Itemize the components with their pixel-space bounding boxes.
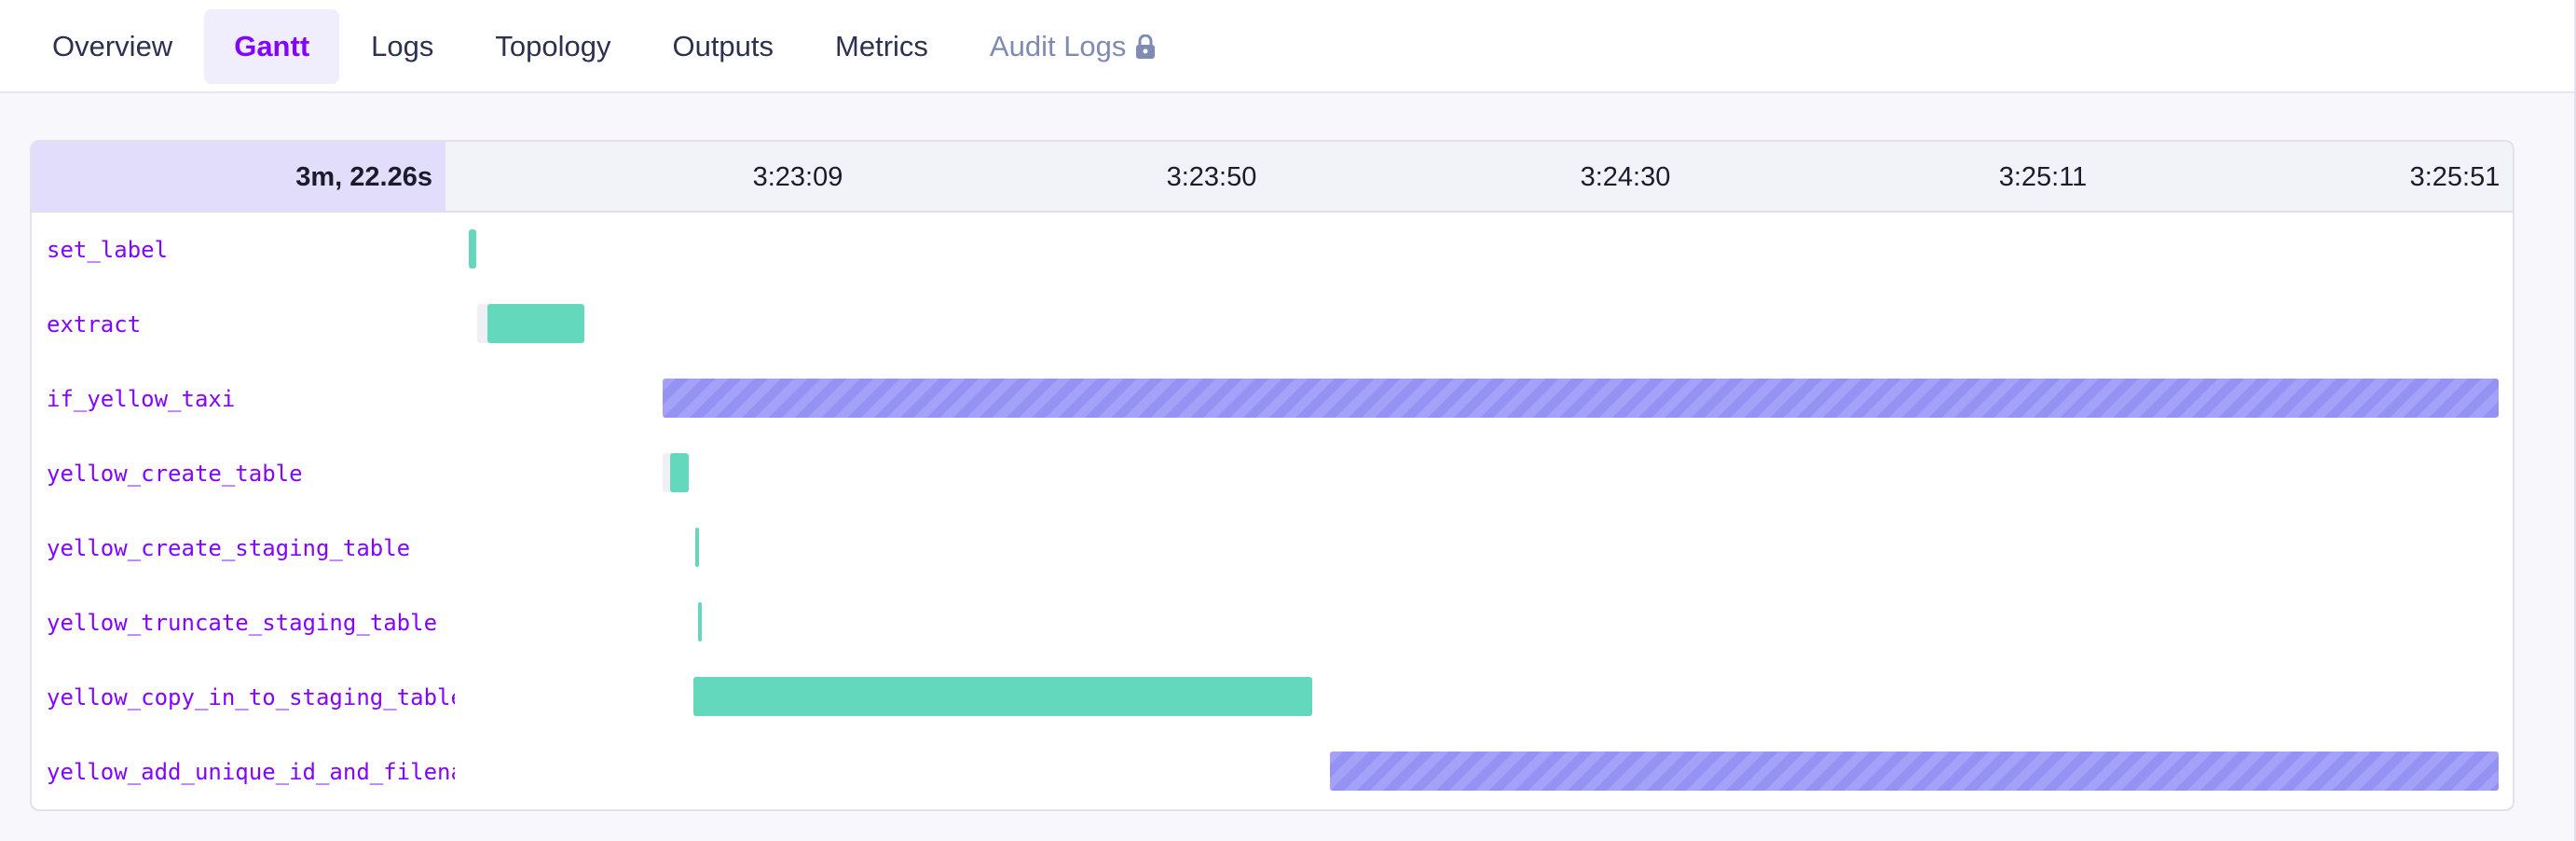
tab-audit-logs: Audit Logs (960, 9, 1186, 84)
gantt-header: 3m, 22.26s 3:23:09 3:23:50 3:24:30 3:25:… (32, 142, 2513, 213)
tick-label: 3:25:11 (1998, 161, 2088, 192)
task-bar[interactable] (695, 528, 699, 567)
tick-label: 3:24:30 (1580, 161, 1671, 192)
task-name[interactable]: yellow_truncate_staging_table (47, 586, 455, 660)
gantt-row: yellow_create_staging_table (32, 511, 2513, 586)
gantt-row: yellow_add_unique_id_and_filename (32, 735, 2513, 809)
time-tick: 3:23:09 (753, 142, 843, 213)
tab-topology[interactable]: Topology (465, 9, 640, 84)
task-name[interactable]: yellow_create_table (47, 436, 455, 511)
tab-outputs[interactable]: Outputs (642, 9, 803, 84)
time-tick: 3:25:11 (1999, 142, 2088, 213)
task-bar[interactable] (469, 229, 476, 269)
time-tick: 3:25:51 (2410, 142, 2501, 213)
task-name[interactable]: yellow_copy_in_to_staging_table (47, 660, 455, 735)
task-bar[interactable] (698, 602, 702, 641)
task-bar[interactable] (670, 453, 689, 492)
tab-label: Topology (495, 30, 611, 62)
gantt-panel: 3m, 22.26s 3:23:09 3:23:50 3:24:30 3:25:… (30, 140, 2514, 811)
gantt-row: yellow_create_table (32, 436, 2513, 511)
task-bar[interactable] (693, 677, 1312, 716)
total-duration: 3m, 22.26s (32, 142, 445, 213)
task-name[interactable]: extract (47, 287, 455, 362)
tab-metrics[interactable]: Metrics (805, 9, 958, 84)
tab-gantt[interactable]: Gantt (204, 9, 340, 84)
task-bar[interactable] (663, 379, 2499, 418)
tick-label: 3:23:09 (752, 161, 843, 192)
gantt-row: extract (32, 287, 2513, 362)
tick-label: 3:25:51 (2409, 161, 2501, 192)
tab-label: Gantt (234, 30, 310, 62)
tab-label: Metrics (835, 30, 928, 62)
tab-label: Overview (52, 30, 173, 62)
task-name[interactable]: if_yellow_taxi (47, 362, 455, 436)
task-name[interactable]: yellow_create_staging_table (47, 511, 455, 586)
tab-bar: Overview Gantt Logs Topology Outputs Met… (22, 0, 1187, 93)
gantt-row: set_label (32, 213, 2513, 287)
tick-label: 3:23:50 (1166, 161, 1257, 192)
task-bar[interactable] (487, 304, 584, 343)
time-tick: 3:23:50 (1167, 142, 1257, 213)
tab-label: Logs (371, 30, 434, 62)
tab-label: Audit Logs (989, 30, 1127, 62)
tab-label: Outputs (672, 30, 774, 62)
tab-overview[interactable]: Overview (22, 9, 202, 84)
gantt-row: yellow_truncate_staging_table (32, 586, 2513, 660)
task-bar[interactable] (1330, 751, 2499, 791)
total-duration-text: 3m, 22.26s (295, 161, 432, 192)
task-name[interactable]: set_label (47, 213, 455, 287)
lock-icon (1135, 34, 1156, 59)
time-tick: 3:24:30 (1581, 142, 1671, 213)
tab-logs[interactable]: Logs (341, 9, 463, 84)
gantt-row: if_yellow_taxi (32, 362, 2513, 436)
top-navigation: Overview Gantt Logs Topology Outputs Met… (0, 0, 2576, 93)
task-name[interactable]: yellow_add_unique_id_and_filename (47, 735, 455, 809)
gantt-row: yellow_copy_in_to_staging_table (32, 660, 2513, 735)
